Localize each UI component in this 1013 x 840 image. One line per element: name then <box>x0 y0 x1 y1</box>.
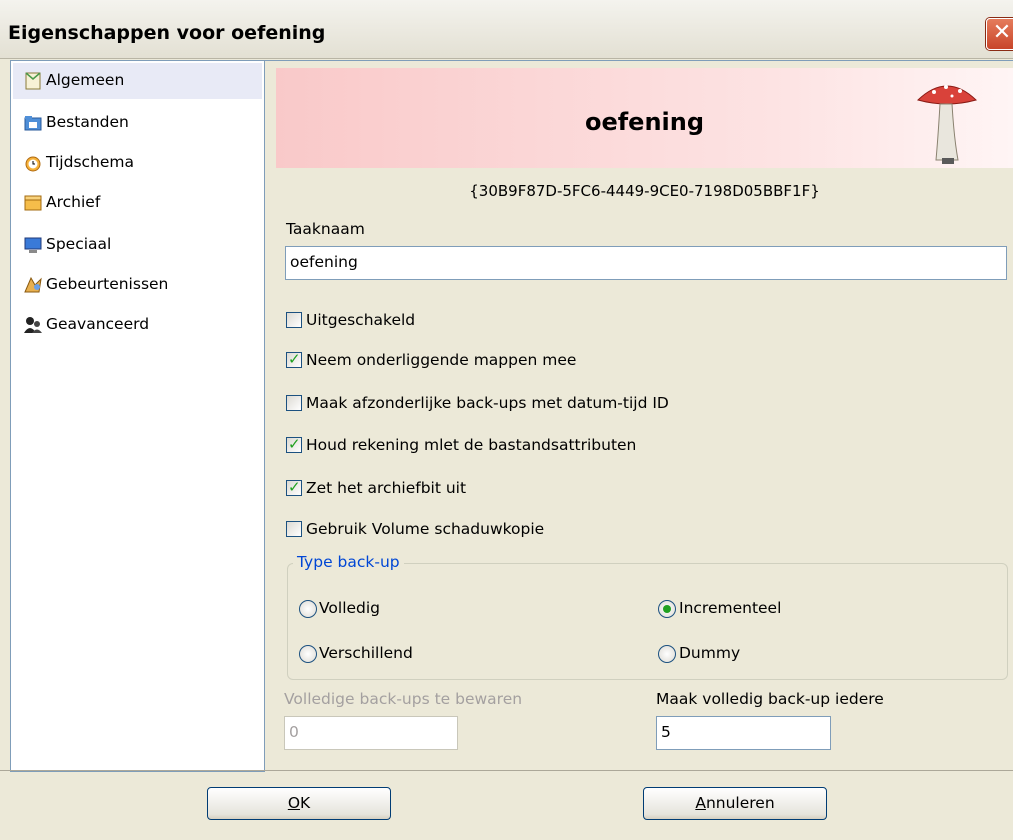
sidebar-item-geavanceerd[interactable]: Geavanceerd <box>13 307 262 343</box>
checkmark-icon: ✓ <box>288 478 301 496</box>
sidebar-item-bestanden[interactable]: Bestanden <box>13 105 262 141</box>
cancel-button[interactable]: Annuleren <box>643 787 827 820</box>
folder-files-icon <box>24 116 42 131</box>
checkbox[interactable]: ✓ <box>286 435 302 453</box>
sidebar-item-speciaal[interactable]: Speciaal <box>13 227 262 263</box>
advanced-users-icon <box>24 317 42 333</box>
option-label: Houd rekening mlet de bastandsattributen <box>306 436 637 454</box>
option-label: Maak afzonderlijke back-ups met datum-ti… <box>306 394 669 412</box>
properties-dialog: Eigenschappen voor oefening ✕ Algemeen B… <box>0 0 1013 840</box>
sidebar-item-tijdschema[interactable]: Tijdschema <box>13 145 262 181</box>
radio-label: Dummy <box>679 644 741 662</box>
checkbox[interactable] <box>286 395 302 411</box>
option-label: Uitgeschakeld <box>306 311 416 329</box>
checkbox[interactable]: ✓ <box>286 350 302 368</box>
cancel-label: nnuleren <box>705 794 775 812</box>
checkmark-icon: ✓ <box>288 435 301 453</box>
backup-type-legend: Type back-up <box>293 553 404 571</box>
full-every-input[interactable]: 5 <box>656 716 831 750</box>
mushroom-icon <box>917 85 977 164</box>
radio-label: Incrementeel <box>679 599 782 617</box>
cancel-accesskey: A <box>695 794 706 812</box>
option-label: Neem onderliggende mappen mee <box>306 351 577 369</box>
header-banner: oefening <box>276 68 1013 168</box>
radio-label: Verschillend <box>319 644 413 662</box>
close-button[interactable]: ✕ <box>986 18 1013 50</box>
checkmark-icon: ✓ <box>288 350 301 368</box>
monitor-icon <box>24 237 42 253</box>
notepad-icon <box>25 72 41 90</box>
checkbox[interactable]: ✓ <box>286 478 302 496</box>
keep-full-label: Volledige back-ups te bewaren <box>284 690 523 708</box>
events-icon <box>24 276 42 293</box>
ok-label: K <box>300 794 311 812</box>
radio-button[interactable] <box>658 600 676 618</box>
radio-selected-dot <box>663 605 671 613</box>
alarm-clock-icon <box>25 156 41 172</box>
radio-button[interactable] <box>658 645 676 663</box>
checkbox[interactable] <box>286 312 302 328</box>
option-label: Gebruik Volume schaduwkopie <box>306 520 545 538</box>
sidebar-item-gebeurtenissen[interactable]: Gebeurtenissen <box>13 267 262 303</box>
taaknaam-input[interactable]: oefening <box>285 246 1007 280</box>
divider <box>0 770 1013 771</box>
checkbox[interactable] <box>286 521 302 537</box>
sidebar: Algemeen Bestanden Tijdschema Archief Sp… <box>10 60 265 772</box>
archive-box-icon <box>24 195 42 211</box>
backup-type-group <box>287 563 1008 680</box>
title-bar[interactable]: Eigenschappen voor oefening ✕ <box>0 0 1013 59</box>
taaknaam-label: Taaknaam <box>286 220 365 238</box>
window-title: Eigenschappen voor oefening <box>8 22 326 44</box>
sidebar-item-algemeen[interactable]: Algemeen <box>13 63 262 99</box>
full-every-label: Maak volledig back-up iedere <box>656 690 884 708</box>
ok-accesskey: O <box>287 794 301 812</box>
task-title: oefening <box>584 108 705 136</box>
sidebar-item-archief[interactable]: Archief <box>13 185 262 221</box>
radio-label: Volledig <box>319 599 381 617</box>
keep-full-input: 0 <box>284 716 458 750</box>
ok-button[interactable]: OK <box>207 787 391 820</box>
radio-button[interactable] <box>299 645 317 663</box>
radio-button[interactable] <box>299 600 317 618</box>
option-label: Zet het archiefbit uit <box>306 479 467 497</box>
task-guid: {30B9F87D-5FC6-4449-9CE0-7198D05BBF1F} <box>469 182 820 200</box>
